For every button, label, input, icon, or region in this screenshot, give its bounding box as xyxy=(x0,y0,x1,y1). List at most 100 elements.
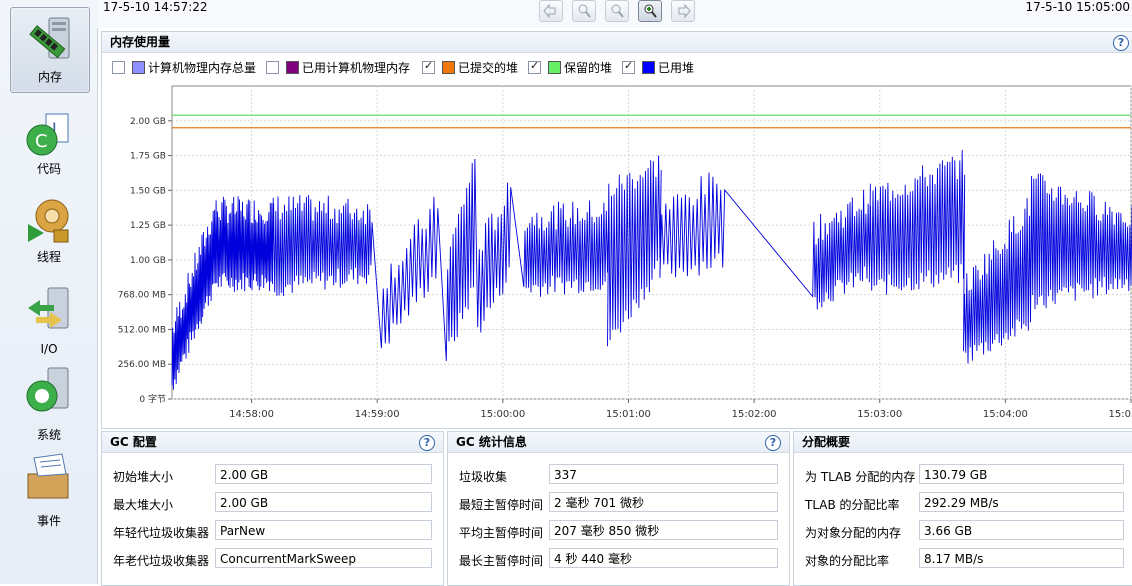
y-tick-label: 2.00 GB xyxy=(130,117,166,127)
svg-text:C: C xyxy=(35,131,48,152)
events-icon xyxy=(27,453,69,499)
back-icon xyxy=(543,3,556,19)
nav-item-threads[interactable]: 线程 xyxy=(10,196,88,280)
min-pause-value: 2 毫秒 701 微秒 xyxy=(549,492,778,512)
object-alloc-value: 3.66 GB xyxy=(919,520,1124,540)
gc-config-panel: GC 配置 ? 初始堆大小 2.00 GB 最大堆大小 2.00 GB 年轻代垃… xyxy=(101,431,444,586)
memory-usage-title-text: 内存使用量 xyxy=(110,35,171,49)
gc-stats-help-icon[interactable]: ? xyxy=(765,435,781,451)
system-icon xyxy=(26,367,69,412)
range-start-time: 17-5-10 14:57:22 xyxy=(103,0,208,14)
legend-checkbox[interactable] xyxy=(528,59,541,74)
old-gc-label: 年老代垃圾收集器 xyxy=(113,554,210,568)
x-tick-label: 15:00:00 xyxy=(480,409,525,420)
memory-usage-panel: 内存使用量 ? 计算机物理内存总量 已用计算机物理内存 已提交的堆 保留的堆 已… xyxy=(101,31,1132,429)
young-gc-label: 年轻代垃圾收集器 xyxy=(113,526,210,540)
zoom-reset-icon xyxy=(611,4,624,18)
legend-label: 保留的堆 xyxy=(564,61,613,75)
legend-checkbox[interactable] xyxy=(622,59,635,74)
nav-label-threads: 线程 xyxy=(36,250,61,264)
gc-stats-title: GC 统计信息 xyxy=(448,432,789,453)
avg-pause-label: 平均主暂停时间 xyxy=(459,526,544,540)
code-icon: J C xyxy=(26,113,69,156)
y-tick-label: 1.00 GB xyxy=(130,256,166,266)
memory-help-icon[interactable]: ? xyxy=(1113,35,1129,51)
allocation-summary-panel: 分配概要 为 TLAB 分配的内存 130.79 GB TLAB 的分配比率 2… xyxy=(793,431,1132,586)
x-tick-label: 14:59:00 xyxy=(355,409,400,420)
zoom-out-button[interactable] xyxy=(572,0,596,22)
legend-swatch xyxy=(286,61,299,74)
nav-label-system: 系统 xyxy=(36,428,61,442)
x-tick-label: 15:04:00 xyxy=(983,409,1028,420)
time-range-toolbar: 17-5-10 14:57:22 17-5-10 15:05:00 xyxy=(97,0,1132,28)
legend-swatch xyxy=(548,61,561,74)
gc-count-label: 垃圾收集 xyxy=(459,470,508,484)
nav-label-code: 代码 xyxy=(36,162,61,176)
x-tick-label: 14:58:00 xyxy=(229,409,274,420)
y-tick-label: 512.00 MB xyxy=(118,325,166,335)
legend-label: 计算机物理内存总量 xyxy=(148,61,257,75)
zoom-in-icon xyxy=(644,4,657,18)
legend-label: 已用堆 xyxy=(658,61,695,75)
gc-config-title: GC 配置 xyxy=(102,432,443,453)
gc-config-help-icon[interactable]: ? xyxy=(419,435,435,451)
x-tick-label: 15:03:00 xyxy=(857,409,902,420)
object-alloc-label: 为对象分配的内存 xyxy=(805,526,902,540)
gc-config-title-text: GC 配置 xyxy=(110,435,157,449)
max-pause-value: 4 秒 440 毫秒 xyxy=(549,548,778,568)
legend-swatch xyxy=(442,61,455,74)
forward-icon xyxy=(678,3,691,19)
tlab-rate-value: 292.29 MB/s xyxy=(919,492,1124,512)
y-tick-label: 768.00 MB xyxy=(118,291,166,301)
nav-item-system[interactable]: 系统 xyxy=(10,366,88,450)
memory-icon xyxy=(29,17,70,59)
max-heap-label: 最大堆大小 xyxy=(113,498,174,512)
memory-usage-chart[interactable]: 0 字节 256.00 MB 512.00 MB 768.00 MB 1.00 GB 1.… xyxy=(102,80,1132,426)
legend-swatch xyxy=(132,61,145,74)
old-gc-value: ConcurrentMarkSweep xyxy=(215,548,432,568)
nav-label-events: 事件 xyxy=(36,514,61,528)
forward-button[interactable] xyxy=(671,0,695,22)
allocation-summary-title: 分配概要 xyxy=(794,432,1132,453)
legend-checkbox[interactable] xyxy=(266,61,279,74)
range-end-time: 17-5-10 15:05:00 xyxy=(1025,0,1130,14)
back-button[interactable] xyxy=(539,0,563,22)
gc-count-value: 337 xyxy=(549,464,778,484)
legend-checkbox[interactable] xyxy=(112,61,125,74)
tlab-alloc-label: 为 TLAB 分配的内存 xyxy=(805,470,916,484)
memory-usage-title: 内存使用量 xyxy=(102,32,1132,53)
tlab-alloc-value: 130.79 GB xyxy=(919,464,1124,484)
y-tick-label: 1.75 GB xyxy=(130,152,166,162)
max-pause-label: 最长主暂停时间 xyxy=(459,554,544,568)
min-pause-label: 最短主暂停时间 xyxy=(459,498,544,512)
young-gc-value: ParNew xyxy=(215,520,432,540)
tlab-rate-label: TLAB 的分配比率 xyxy=(805,498,900,512)
legend-checkbox[interactable] xyxy=(422,59,435,74)
x-tick-label: 15:01:00 xyxy=(606,409,651,420)
allocation-summary-title-text: 分配概要 xyxy=(802,435,851,449)
x-tick-label: 15:05:00 xyxy=(1109,409,1132,420)
object-rate-value: 8.17 MB/s xyxy=(919,548,1124,568)
gc-stats-panel: GC 统计信息 ? 垃圾收集 337 最短主暂停时间 2 毫秒 701 微秒 平… xyxy=(447,431,790,586)
nav-item-memory[interactable]: 内存 xyxy=(10,7,90,93)
nav-label-memory: 内存 xyxy=(37,70,62,84)
initial-heap-label: 初始堆大小 xyxy=(113,470,174,484)
object-rate-label: 对象的分配比率 xyxy=(805,554,890,568)
legend-label: 已用计算机物理内存 xyxy=(302,61,411,75)
x-tick-label: 15:02:00 xyxy=(732,409,777,420)
max-heap-value: 2.00 GB xyxy=(215,492,432,512)
nav-item-io[interactable]: I/O xyxy=(10,280,88,364)
zoom-in-button[interactable] xyxy=(638,0,662,22)
nav-item-events[interactable]: 事件 xyxy=(10,452,88,536)
nav-item-code[interactable]: J C 代码 xyxy=(10,108,88,192)
initial-heap-value: 2.00 GB xyxy=(215,464,432,484)
legend-label: 已提交的堆 xyxy=(458,61,519,75)
nav-label-io: I/O xyxy=(40,342,58,356)
y-tick-label: 0 字节 xyxy=(139,393,166,405)
zoom-out-icon xyxy=(578,4,591,18)
avg-pause-value: 207 毫秒 850 微秒 xyxy=(549,520,778,540)
y-tick-label: 1.25 GB xyxy=(130,221,166,231)
threads-icon xyxy=(28,199,69,243)
zoom-reset-button[interactable] xyxy=(605,0,629,22)
left-navigation: 内存 J C 代码 线程 I/O 系统 事件 xyxy=(0,0,98,584)
